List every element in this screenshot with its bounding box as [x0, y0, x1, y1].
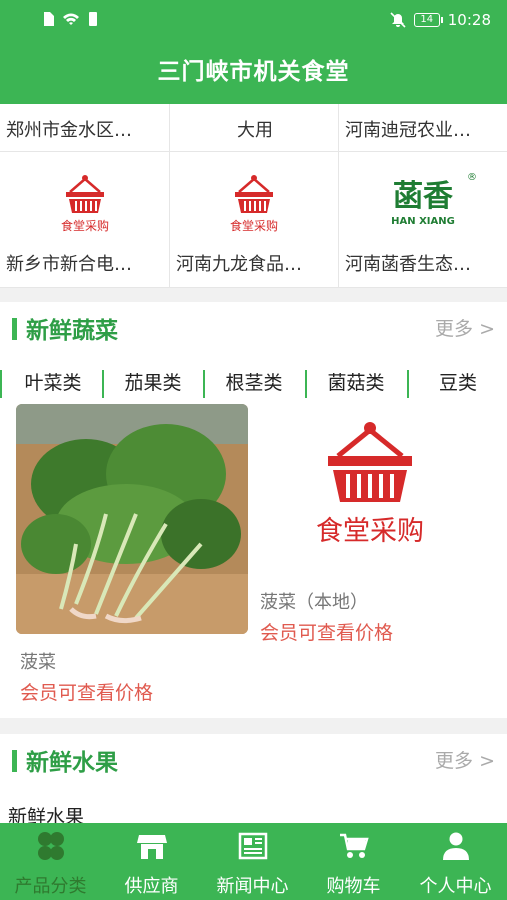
- wifi-icon: [63, 13, 79, 25]
- product-price: 会员可查看价格: [20, 682, 154, 704]
- supplier-name: 郑州市金水区…: [6, 120, 132, 141]
- canteen-logo-text: 食堂采购: [316, 516, 424, 547]
- supplier-cell[interactable]: 郑州市金水区…: [0, 104, 170, 152]
- nav-label: 产品分类: [14, 876, 87, 897]
- bottom-nav: 产品分类 供应商 新闻中心 购物车 个人中心: [0, 823, 507, 900]
- supplier-name: 河南菡香生态…: [345, 254, 471, 275]
- nav-label: 供应商: [124, 876, 179, 897]
- nav-label: 新闻中心: [216, 876, 289, 897]
- product-name: 菠菜（本地）: [260, 592, 368, 613]
- category-icon: [37, 832, 64, 860]
- sim-icon: [44, 12, 54, 26]
- supplier-grid: 郑州市金水区… 大用 河南迪冠农业… 食堂采购 新乡市新合电… 食堂采购 河南九…: [0, 104, 507, 288]
- canteen-logo-icon: 食堂采购: [60, 175, 109, 233]
- nav-item-news[interactable]: 新闻中心: [202, 823, 303, 900]
- mute-icon: [390, 12, 406, 28]
- screen: 14 10:28 三门峡市机关食堂 郑州市金水区… 大用 河南迪冠农业… 食堂采…: [0, 0, 507, 900]
- canteen-logo-text: 食堂采购: [230, 218, 278, 233]
- canteen-logo-icon: 食堂采购: [316, 422, 424, 547]
- battery-icon: 14: [413, 13, 443, 27]
- supplier-name: 大用: [237, 120, 273, 141]
- clock: 10:28: [447, 11, 491, 29]
- product-card[interactable]: 菠菜 会员可查看价格: [0, 302, 254, 718]
- supplier-name: 新乡市新合电…: [6, 254, 132, 275]
- hanxiang-logo-cn: 菡香: [393, 179, 453, 214]
- product-price: 会员可查看价格: [260, 622, 394, 644]
- registered-mark: ®: [467, 172, 477, 183]
- supplier-cell[interactable]: 食堂采购 河南九龙食品…: [170, 152, 339, 288]
- supplier-name: 河南迪冠农业…: [345, 120, 471, 141]
- nav-label: 购物车: [326, 876, 381, 897]
- sim2-icon: [89, 12, 97, 26]
- nav-item-categories[interactable]: 产品分类: [0, 823, 101, 900]
- more-link[interactable]: 更多 >: [435, 746, 495, 773]
- supplier-cell[interactable]: 大用: [170, 104, 339, 152]
- hanxiang-logo-icon: 菡香 HAN XIANG ®: [391, 172, 477, 227]
- spinach-image: [16, 404, 248, 634]
- app-title: 三门峡市机关食堂: [157, 59, 350, 85]
- user-icon: [442, 832, 469, 860]
- app-header: 三门峡市机关食堂: [0, 42, 507, 104]
- cart-icon: [339, 833, 369, 858]
- status-bar: 14 10:28: [0, 0, 507, 42]
- status-left: [42, 12, 98, 26]
- nav-label: 个人中心: [419, 876, 492, 897]
- news-icon: [238, 832, 267, 860]
- fruits-section: 新鲜水果 更多 > 新鲜水果: [0, 734, 507, 828]
- supplier-cell[interactable]: 菡香 HAN XIANG ® 河南菡香生态…: [339, 152, 507, 288]
- supplier-cell[interactable]: 食堂采购 新乡市新合电…: [0, 152, 170, 288]
- vegetables-section: 新鲜蔬菜 更多 > 叶菜类 茄果类 根茎类 菌菇类 豆类 菠菜 会员可查看价格 …: [0, 302, 507, 718]
- status-right: 14 10:28: [390, 11, 491, 29]
- product-image: [16, 404, 248, 634]
- supplier-name: 河南九龙食品…: [176, 254, 302, 275]
- supplier-cell[interactable]: 河南迪冠农业…: [339, 104, 507, 152]
- product-name: 菠菜: [20, 652, 56, 673]
- section-title: 新鲜水果: [26, 750, 118, 776]
- product-card[interactable]: 食堂采购 菠菜（本地） 会员可查看价格: [254, 302, 507, 718]
- store-icon: [136, 835, 167, 859]
- nav-item-cart[interactable]: 购物车: [303, 823, 404, 900]
- section-header: 新鲜水果 更多 >: [0, 734, 507, 784]
- section-accent-bar: [12, 750, 17, 772]
- canteen-logo-text: 食堂采购: [60, 218, 108, 233]
- hanxiang-logo-en: HAN XIANG: [391, 216, 455, 227]
- nav-item-profile[interactable]: 个人中心: [404, 823, 507, 900]
- nav-item-suppliers[interactable]: 供应商: [101, 823, 202, 900]
- canteen-logo-icon: 食堂采购: [230, 175, 278, 233]
